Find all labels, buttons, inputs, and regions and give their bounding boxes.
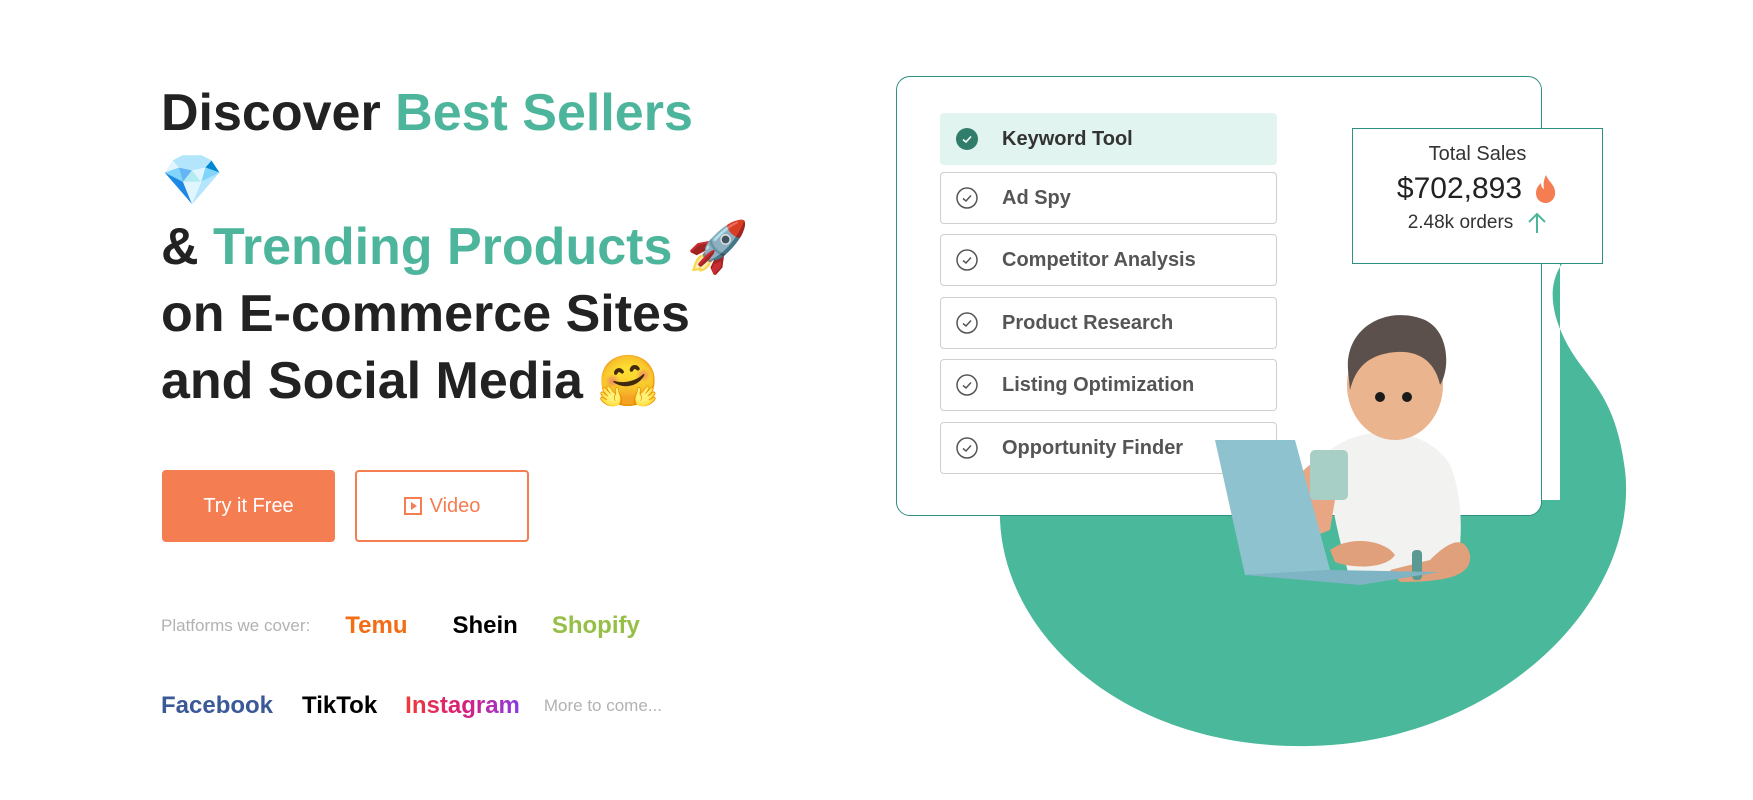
hero-headline: Discover Best Sellers 💎 & Trending Produ… [161, 80, 781, 415]
rocket-icon: 🚀 [686, 218, 750, 276]
check-circle-icon [956, 374, 978, 396]
platform-instagram: Instagram [405, 692, 520, 719]
orders-row: 2.48k orders [1353, 212, 1602, 234]
person-with-laptop-illustration [1215, 315, 1471, 585]
headline-accent-best-sellers: Best Sellers [395, 84, 693, 142]
fire-icon [1536, 175, 1556, 203]
tool-item-ad-spy[interactable]: Ad Spy [940, 172, 1277, 224]
check-circle-filled-icon [956, 128, 978, 150]
play-square-icon [403, 497, 422, 515]
headline-line-4: on E-commerce Sites [161, 285, 690, 343]
arrow-up-icon [1528, 212, 1547, 233]
platform-shopify: Shopify [551, 612, 640, 639]
headline-line-3: & Trending Products 🚀 [161, 218, 750, 276]
headline-line-1: Discover Best Sellers [161, 84, 693, 142]
more-to-come-text: More to come... [543, 696, 662, 715]
platform-tiktok: TikTok [302, 692, 378, 719]
check-circle-icon [956, 187, 978, 209]
platforms-row-2: Facebook TikTok Instagram More to come..… [161, 692, 662, 720]
check-circle-icon [956, 437, 978, 459]
video-button[interactable]: Video [355, 470, 529, 542]
platforms-row-1: Platforms we cover: Temu Shein Shopify [161, 612, 640, 640]
platform-shein: Shein [452, 612, 518, 639]
tool-item-competitor-analysis[interactable]: Competitor Analysis [940, 234, 1277, 286]
total-sales-value-row: $702,893 [1353, 172, 1602, 206]
gem-icon: 💎 [161, 151, 224, 209]
total-sales-title: Total Sales [1428, 143, 1527, 165]
total-sales-card: Total Sales $702,893 2.48k orders [1352, 128, 1603, 264]
hugging-face-icon: 🤗 [597, 352, 660, 410]
headline-line-5: and Social Media 🤗 [161, 352, 660, 410]
total-sales-value: $702,893 [1396, 172, 1523, 205]
try-it-free-button[interactable]: Try it Free [162, 470, 335, 542]
check-circle-icon [956, 249, 978, 271]
platform-temu: Temu [345, 612, 408, 639]
platforms-label: Platforms we cover: [161, 616, 311, 635]
check-circle-icon [956, 312, 978, 334]
platform-facebook: Facebook [161, 692, 274, 719]
orders-count: 2.48k orders [1407, 212, 1514, 233]
tool-item-keyword-tool[interactable]: Keyword Tool [940, 113, 1277, 165]
headline-line-2: 💎 [161, 147, 781, 214]
headline-accent-trending-products: Trending Products [213, 218, 673, 276]
